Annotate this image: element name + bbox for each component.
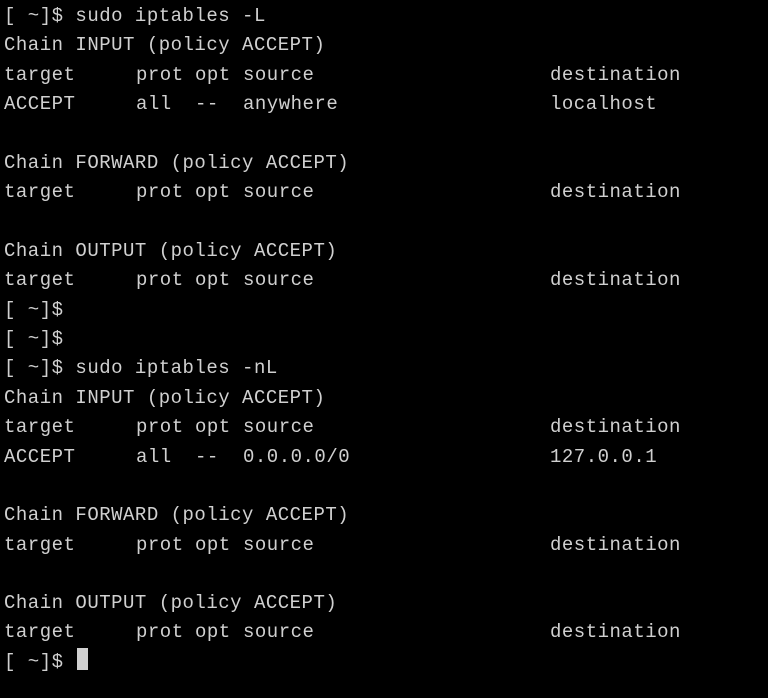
- prompt-line-empty-2: [ ~]$: [4, 325, 764, 354]
- col-prot: prot: [136, 266, 195, 295]
- table-header-row: targetprotoptsourcedestination: [4, 61, 764, 90]
- col-source: source: [243, 413, 550, 442]
- rule-opt: --: [195, 443, 243, 472]
- chain-input-header-2: Chain INPUT (policy ACCEPT): [4, 384, 764, 413]
- cursor-block: [77, 648, 88, 670]
- col-source: source: [243, 61, 550, 90]
- command-1: sudo iptables -L: [75, 2, 265, 31]
- rule-prot: all: [136, 443, 195, 472]
- chain-forward-header-1: Chain FORWARD (policy ACCEPT): [4, 149, 764, 178]
- col-opt: opt: [195, 61, 243, 90]
- col-target: target: [4, 531, 136, 560]
- rule-destination: localhost: [550, 90, 657, 119]
- col-prot: prot: [136, 178, 195, 207]
- col-opt: opt: [195, 266, 243, 295]
- col-source: source: [243, 178, 550, 207]
- table-header-row: targetprotoptsourcedestination: [4, 178, 764, 207]
- col-destination: destination: [550, 531, 681, 560]
- col-destination: destination: [550, 618, 681, 647]
- col-source: source: [243, 618, 550, 647]
- col-opt: opt: [195, 618, 243, 647]
- prompt-line-2: [ ~]$ sudo iptables -nL: [4, 354, 764, 383]
- col-target: target: [4, 61, 136, 90]
- col-opt: opt: [195, 531, 243, 560]
- col-source: source: [243, 266, 550, 295]
- prompt-line-empty-1: [ ~]$: [4, 296, 764, 325]
- col-target: target: [4, 266, 136, 295]
- col-target: target: [4, 413, 136, 442]
- chain-forward-header-2: Chain FORWARD (policy ACCEPT): [4, 501, 764, 530]
- col-target: target: [4, 618, 136, 647]
- rule-source: 0.0.0.0/0: [243, 443, 550, 472]
- col-opt: opt: [195, 413, 243, 442]
- blank-line: [4, 560, 764, 589]
- prompt: [ ~]$: [4, 354, 75, 383]
- blank-line: [4, 472, 764, 501]
- chain-output-header-1: Chain OUTPUT (policy ACCEPT): [4, 237, 764, 266]
- rule-row-1: ACCEPTall--anywherelocalhost: [4, 90, 764, 119]
- col-prot: prot: [136, 413, 195, 442]
- col-source: source: [243, 531, 550, 560]
- col-destination: destination: [550, 178, 681, 207]
- rule-target: ACCEPT: [4, 90, 136, 119]
- blank-line: [4, 120, 764, 149]
- blank-line: [4, 208, 764, 237]
- col-prot: prot: [136, 61, 195, 90]
- col-prot: prot: [136, 618, 195, 647]
- prompt: [ ~]$: [4, 2, 75, 31]
- command-2: sudo iptables -nL: [75, 354, 277, 383]
- chain-output-header-2: Chain OUTPUT (policy ACCEPT): [4, 589, 764, 618]
- table-header-row: targetprotoptsourcedestination: [4, 266, 764, 295]
- rule-source: anywhere: [243, 90, 550, 119]
- col-target: target: [4, 178, 136, 207]
- prompt-line-1: [ ~]$ sudo iptables -L: [4, 2, 764, 31]
- chain-input-header-1: Chain INPUT (policy ACCEPT): [4, 31, 764, 60]
- col-destination: destination: [550, 61, 681, 90]
- rule-target: ACCEPT: [4, 443, 136, 472]
- table-header-row: targetprotoptsourcedestination: [4, 618, 764, 647]
- rule-opt: --: [195, 90, 243, 119]
- col-destination: destination: [550, 413, 681, 442]
- rule-prot: all: [136, 90, 195, 119]
- rule-destination: 127.0.0.1: [550, 443, 657, 472]
- col-opt: opt: [195, 178, 243, 207]
- table-header-row: targetprotoptsourcedestination: [4, 531, 764, 560]
- table-header-row: targetprotoptsourcedestination: [4, 413, 764, 442]
- prompt-line-active[interactable]: [ ~]$: [4, 648, 764, 677]
- rule-row-2: ACCEPTall--0.0.0.0/0127.0.0.1: [4, 443, 764, 472]
- col-prot: prot: [136, 531, 195, 560]
- col-destination: destination: [550, 266, 681, 295]
- prompt: [ ~]$: [4, 648, 75, 677]
